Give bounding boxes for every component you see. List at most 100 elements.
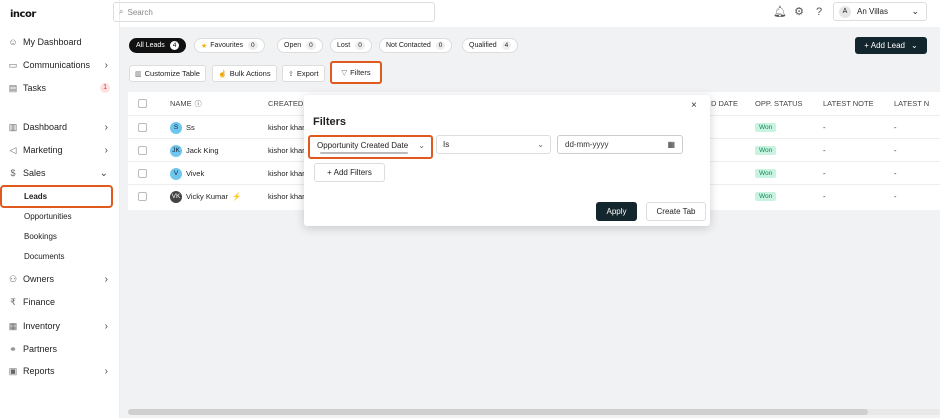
create-tab-button[interactable]: Create Tab <box>646 202 706 221</box>
button-label: Export <box>296 69 319 78</box>
filter-icon: ▽ <box>341 68 348 77</box>
created-by: kishor khar <box>268 146 305 155</box>
status-badge: Won <box>755 116 777 139</box>
filter-date-input[interactable]: dd-mm-yyyy ▦ <box>557 135 683 154</box>
sidebar-item-owners[interactable]: ⚇ Owners › <box>0 270 120 288</box>
tab-favourites[interactable]: ★ Favourites 0 <box>194 38 265 53</box>
row-checkbox[interactable] <box>138 116 147 139</box>
select-all-checkbox[interactable] <box>138 92 147 115</box>
search-input[interactable]: ⌕ Search <box>113 2 435 22</box>
gear-icon[interactable]: ⚙ <box>793 6 805 18</box>
apply-button[interactable]: Apply <box>596 202 637 221</box>
bell-icon[interactable]: 🔔︎ <box>773 6 787 18</box>
tab-open[interactable]: Open 0 <box>277 38 323 53</box>
close-icon[interactable]: × <box>691 100 697 111</box>
sidebar-item-my-dashboard[interactable]: ☺ My Dashboard <box>0 33 120 51</box>
columns-icon: ▥ <box>135 70 142 78</box>
lead-name: Jack King <box>186 146 219 155</box>
row-checkbox[interactable] <box>138 139 147 162</box>
calendar-icon: ▤ <box>8 82 18 93</box>
tab-qualified[interactable]: Qualified 4 <box>462 38 519 53</box>
sidebar-subitem-documents[interactable]: Documents <box>24 249 64 263</box>
sidebar-item-label: Owners <box>23 274 55 284</box>
column-header-latest-n[interactable]: LATEST N <box>894 92 929 115</box>
tab-label: Not Contacted <box>386 42 431 49</box>
dollar-icon: $ <box>10 168 16 178</box>
sidebar-item-reports[interactable]: ▣ Reports › <box>0 362 120 380</box>
tab-label: Open <box>284 42 302 49</box>
sidebar-item-communications[interactable]: ▭ Communications › <box>0 56 120 74</box>
filter-field-select[interactable]: Opportunity Created Date ⌄ <box>308 135 433 159</box>
sidebar-item-sales[interactable]: $ Sales ⌄ <box>0 164 120 182</box>
column-header-d-date[interactable]: D DATE <box>711 92 738 115</box>
sidebar-item-partners[interactable]: ⚭ Partners <box>0 340 120 358</box>
box-icon: ▦ <box>8 320 18 331</box>
sidebar-subitem-opportunities[interactable]: Opportunities <box>24 209 72 223</box>
chevron-right-icon: › <box>104 59 108 71</box>
column-header-name[interactable]: NAME ⓘ <box>170 92 202 115</box>
sidebar-item-label: Tasks <box>23 83 47 93</box>
filter-operator-select[interactable]: Is ⌄ <box>436 135 551 154</box>
sidebar-subitem-bookings[interactable]: Bookings <box>24 229 57 243</box>
sidebar-item-finance[interactable]: ₹ Finance <box>0 293 120 311</box>
latest-note: - <box>823 192 826 201</box>
horizontal-scrollbar[interactable] <box>128 409 940 415</box>
scrollbar-thumb[interactable] <box>128 409 868 415</box>
avatar: VK <box>170 190 182 203</box>
calendar-icon[interactable]: ▦ <box>667 140 675 149</box>
column-header-created[interactable]: CREATED <box>268 92 303 115</box>
tab-count: 0 <box>435 41 446 50</box>
tab-not-contacted[interactable]: Not Contacted 0 <box>379 38 453 53</box>
export-button[interactable]: ⇪ Export <box>282 65 325 82</box>
tab-all-leads[interactable]: All Leads 4 <box>129 38 187 53</box>
filters-button[interactable]: ▽ Filters <box>330 61 382 84</box>
lead-name: Vicky Kumar <box>186 192 228 201</box>
sidebar-item-label: Partners <box>23 344 58 354</box>
account-name: An Villas <box>857 7 888 16</box>
info-icon: ⓘ <box>194 100 202 108</box>
latest-n: - <box>894 146 897 155</box>
customize-table-button[interactable]: ▥ Customize Table <box>129 65 206 82</box>
row-checkbox[interactable] <box>138 185 147 208</box>
lead-name-cell[interactable]: JK Jack King <box>170 139 219 162</box>
tab-lost[interactable]: Lost 0 <box>330 38 372 53</box>
add-lead-button[interactable]: + Add Lead ⌄ <box>855 37 927 54</box>
latest-n: - <box>894 123 897 132</box>
row-checkbox[interactable] <box>138 162 147 185</box>
tab-label: Lost <box>337 42 351 49</box>
star-icon: ★ <box>201 42 208 50</box>
sidebar: incor ☺ My Dashboard ▭ Communications › … <box>0 0 120 418</box>
help-icon[interactable]: ? <box>813 6 825 18</box>
column-header-opp-status[interactable]: OPP. STATUS <box>755 92 803 115</box>
sidebar-subitem-label: Leads <box>24 192 48 201</box>
lead-name-cell[interactable]: S Ss <box>170 116 195 139</box>
sidebar-item-label: Dashboard <box>23 122 68 132</box>
pointer-icon: ☝ <box>218 70 227 78</box>
app-logo: incor <box>10 9 36 20</box>
latest-note: - <box>823 123 826 132</box>
lead-name-cell[interactable]: V Vivek <box>170 162 204 185</box>
lead-name: Ss <box>186 123 195 132</box>
report-icon: ▣ <box>8 365 18 376</box>
sidebar-subitem-leads[interactable]: Leads <box>0 185 113 208</box>
chevron-right-icon: › <box>104 144 108 156</box>
tab-label: Qualified <box>469 42 497 49</box>
latest-note: - <box>823 146 826 155</box>
add-filters-button[interactable]: + Add Filters <box>314 163 385 182</box>
sidebar-item-tasks[interactable]: ▤ Tasks 1 <box>0 79 120 97</box>
header-label: NAME <box>170 99 192 108</box>
sidebar-item-label: Inventory <box>23 321 61 331</box>
tab-count: 0 <box>306 41 316 50</box>
lead-name-cell[interactable]: VK Vicky Kumar ⚡ <box>170 185 241 208</box>
button-label: Filters <box>350 68 371 77</box>
sidebar-item-inventory[interactable]: ▦ Inventory › <box>0 317 120 335</box>
bulk-actions-button[interactable]: ☝ Bulk Actions <box>212 65 277 82</box>
avatar: S <box>170 121 182 134</box>
tab-count: 4 <box>501 41 512 50</box>
column-header-latest-note[interactable]: LATEST NOTE <box>823 92 874 115</box>
sidebar-item-dashboard[interactable]: ▥ Dashboard › <box>0 118 120 136</box>
sidebar-item-marketing[interactable]: ◁ Marketing › <box>0 141 120 159</box>
account-switcher[interactable]: A An Villas ⌄ <box>833 2 927 21</box>
tasks-count-badge: 1 <box>100 83 110 93</box>
chevron-right-icon: › <box>104 320 108 332</box>
